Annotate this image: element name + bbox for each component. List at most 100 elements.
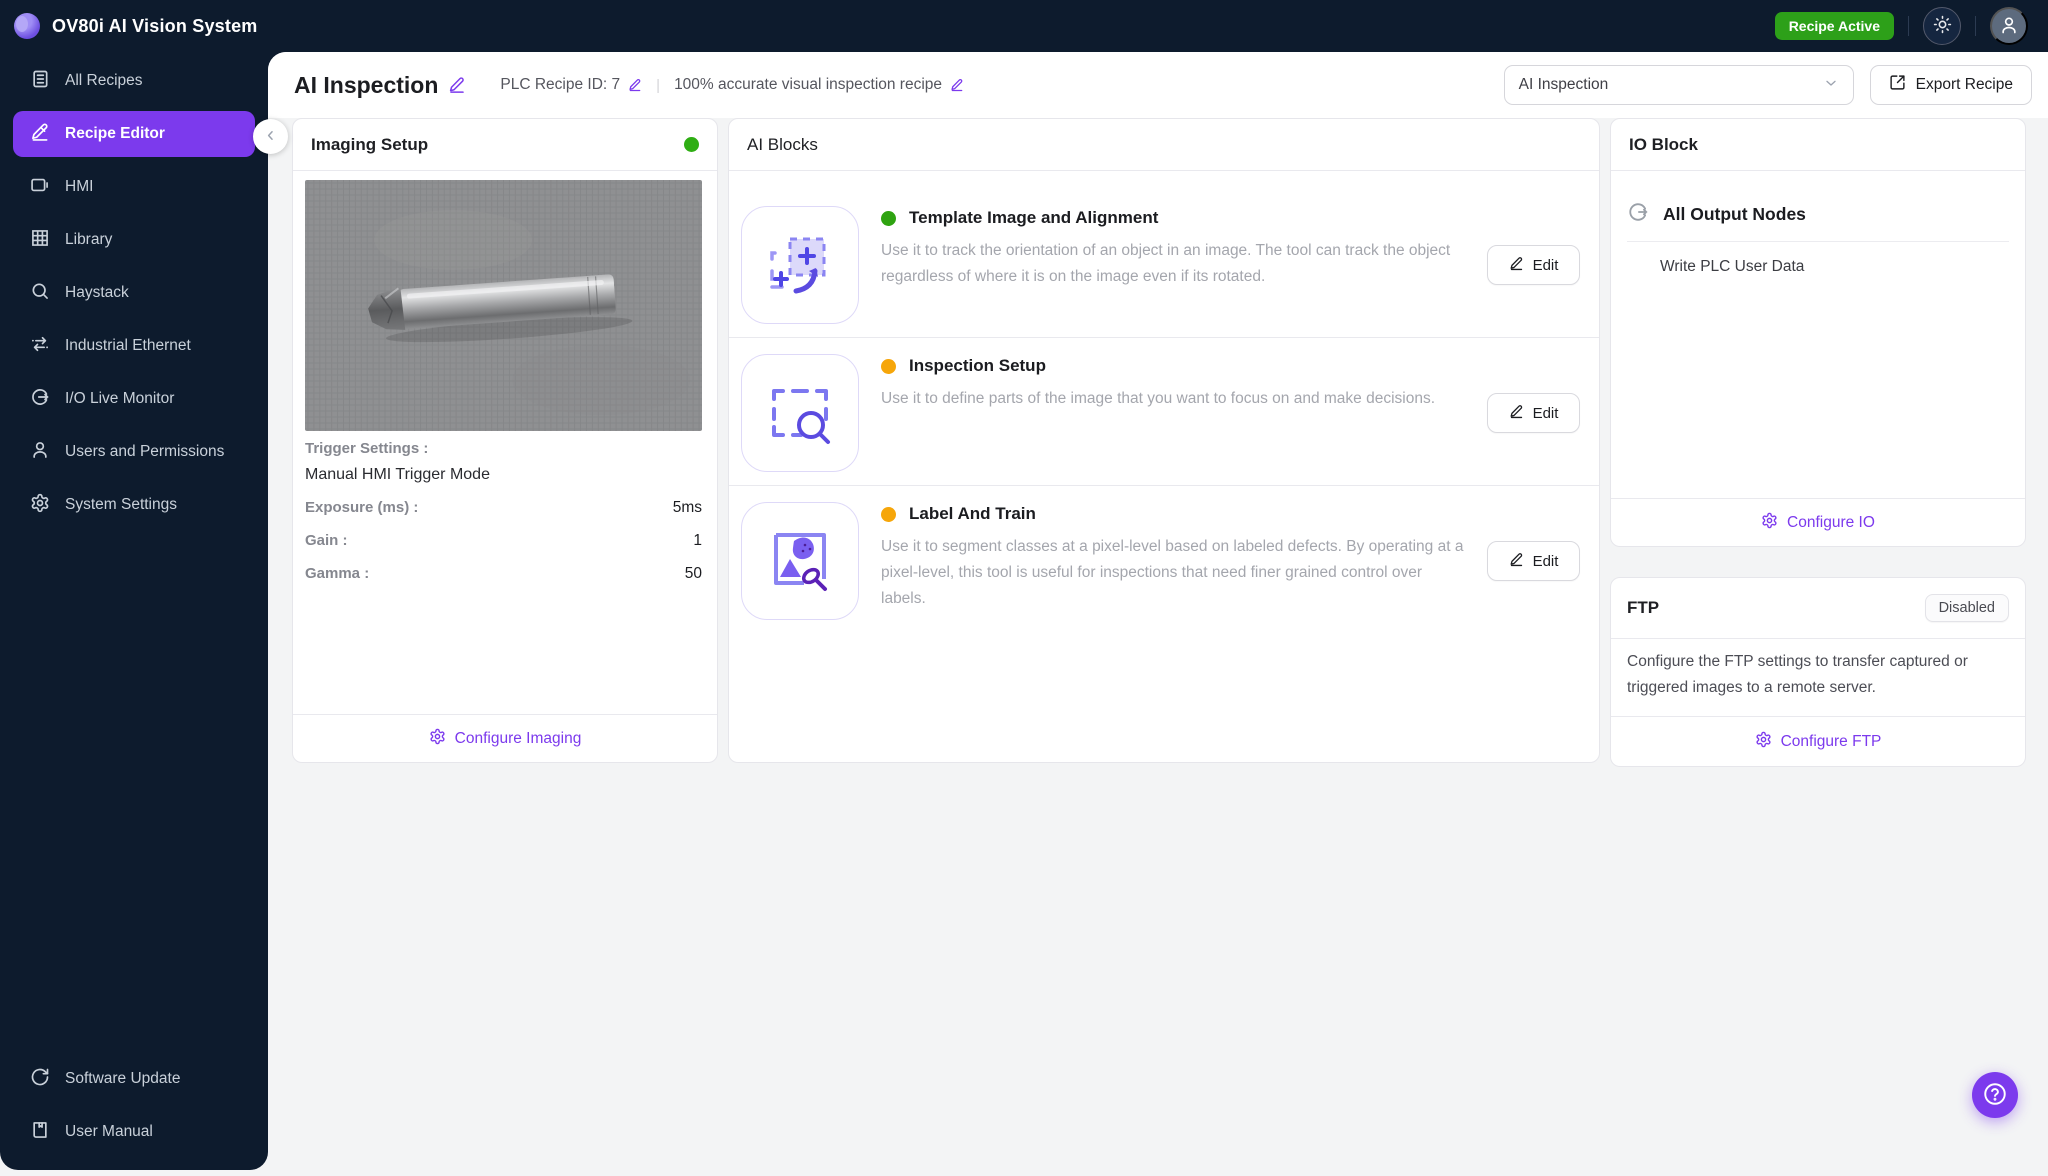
- edit-label-and-train-button[interactable]: Edit: [1487, 541, 1580, 581]
- camera-capture-image: [305, 180, 702, 431]
- all-output-nodes-label: All Output Nodes: [1663, 204, 1806, 224]
- chevron-left-icon: [263, 128, 278, 146]
- recipe-select-dropdown[interactable]: AI Inspection: [1503, 65, 1854, 105]
- gain-value: 1: [693, 532, 702, 549]
- gain-row: Gain : 1: [305, 532, 702, 550]
- output-node-item: Write PLC User Data: [1660, 258, 1805, 275]
- ai-blocks-card: AI Blocks Template Image and Alignment U…: [728, 118, 1600, 763]
- edit-button-label: Edit: [1532, 552, 1559, 570]
- edit-template-alignment-button[interactable]: Edit: [1487, 245, 1580, 285]
- imaging-status-dot: [684, 137, 699, 152]
- edit-inspection-setup-button[interactable]: Edit: [1487, 393, 1580, 433]
- sidebar-item-all-recipes[interactable]: All Recipes: [13, 58, 255, 104]
- gear-icon: [30, 493, 50, 518]
- sidebar-item-user-manual[interactable]: User Manual: [13, 1109, 255, 1155]
- export-recipe-button[interactable]: Export Recipe: [1869, 65, 2032, 105]
- io-block-title: IO Block: [1629, 134, 1698, 154]
- app-logo: [14, 13, 40, 39]
- configure-ftp-button[interactable]: Configure FTP: [1611, 716, 2025, 766]
- sidebar-item-label: Library: [65, 231, 113, 248]
- template-alignment-icon: [741, 206, 859, 324]
- recipe-select-value: AI Inspection: [1518, 76, 1609, 93]
- gain-label: Gain :: [305, 532, 348, 549]
- edit-plc-id-icon[interactable]: [628, 78, 642, 92]
- ftp-card: FTP Disabled Configure the FTP settings …: [1610, 577, 2026, 767]
- gear-icon: [1755, 731, 1772, 753]
- gear-icon: [1761, 512, 1778, 534]
- plc-recipe-id: PLC Recipe ID: 7: [500, 76, 621, 93]
- imaging-setup-card: Imaging Setup Trigger Settings: Manual …: [292, 118, 718, 763]
- export-recipe-label: Export Recipe: [1915, 76, 2013, 93]
- recipe-active-badge: Recipe Active: [1774, 12, 1894, 40]
- book-icon: [30, 1120, 50, 1145]
- configure-imaging-label: Configure Imaging: [454, 729, 582, 747]
- sidebar-item-library[interactable]: Library: [13, 217, 255, 263]
- ftp-title: FTP: [1627, 598, 1660, 617]
- sidebar-item-io-live-monitor[interactable]: I/O Live Monitor: [13, 376, 255, 422]
- app-shell: All Recipes Recipe Editor HMI Library Ha…: [0, 52, 2048, 1176]
- label-brush-icon: [741, 502, 859, 620]
- sidebar-item-label: HMI: [65, 178, 94, 195]
- configure-imaging-button[interactable]: Configure Imaging: [293, 714, 717, 762]
- content-area: AI Inspection PLC Recipe ID: 7 | 100% ac…: [268, 52, 2048, 1176]
- exposure-label: Exposure (ms) :: [305, 499, 419, 516]
- pencil-icon: [1509, 404, 1524, 423]
- user-avatar-icon: [1999, 15, 2019, 38]
- sidebar-item-recipe-editor[interactable]: Recipe Editor: [13, 111, 255, 157]
- gamma-value: 50: [684, 565, 702, 582]
- user-icon: [30, 440, 50, 465]
- pencil-icon: [30, 122, 50, 147]
- io-block-card: IO Block All Output Nodes Write PLC User…: [1610, 118, 2026, 547]
- ai-blocks-title: AI Blocks: [747, 134, 818, 154]
- circle-arrow-icon: [30, 387, 50, 412]
- sidebar-item-system-settings[interactable]: System Settings: [13, 482, 255, 528]
- main-panels: Imaging Setup Trigger Settings: Manual …: [268, 118, 2048, 767]
- trigger-mode-value: Manual HMI Trigger Mode: [305, 466, 490, 483]
- right-column: IO Block All Output Nodes Write PLC User…: [1610, 118, 2026, 767]
- edit-title-icon[interactable]: [448, 76, 466, 94]
- app-title: OV80i AI Vision System: [52, 15, 258, 36]
- sidebar-item-industrial-ethernet[interactable]: Industrial Ethernet: [13, 323, 255, 369]
- hmi-display-icon: [30, 175, 50, 200]
- edit-subtitle-icon[interactable]: [950, 78, 964, 92]
- user-avatar[interactable]: [1990, 7, 2028, 45]
- sidebar-item-hmi[interactable]: HMI: [13, 164, 255, 210]
- help-button[interactable]: [1972, 1072, 2018, 1118]
- all-output-nodes-group: All Output Nodes: [1627, 201, 2009, 228]
- sidebar: All Recipes Recipe Editor HMI Library Ha…: [0, 52, 268, 1170]
- exposure-row: Exposure (ms) : 5ms: [305, 499, 702, 517]
- gear-icon: [429, 728, 446, 750]
- circle-arrow-icon: [1627, 201, 1649, 228]
- ai-block-status-dot: [881, 358, 896, 374]
- ai-block-description: Use it to segment classes at a pixel-lev…: [881, 538, 1464, 607]
- ai-block-inspection-setup: Inspection Setup Use it to define parts …: [729, 337, 1599, 485]
- sidebar-item-label: Recipe Editor: [65, 125, 165, 142]
- recipe-subtitle: 100% accurate visual inspection recipe: [674, 76, 943, 93]
- configure-io-button[interactable]: Configure IO: [1611, 498, 2025, 546]
- sidebar-item-users-and-permissions[interactable]: Users and Permissions: [13, 429, 255, 475]
- ai-block-title: Template Image and Alignment: [909, 208, 1159, 227]
- gamma-row: Gamma : 50: [305, 565, 702, 583]
- sidebar-item-label: Haystack: [65, 284, 129, 301]
- ai-block-label-and-train: Label And Train Use it to segment classe…: [729, 485, 1599, 633]
- configure-io-label: Configure IO: [1787, 513, 1875, 531]
- ftp-description: Configure the FTP settings to transfer c…: [1611, 638, 2025, 716]
- sidebar-item-software-update[interactable]: Software Update: [13, 1056, 255, 1102]
- ai-block-description: Use it to track the orientation of an ob…: [881, 242, 1451, 285]
- sidebar-item-label: Industrial Ethernet: [65, 337, 191, 354]
- edit-button-label: Edit: [1532, 404, 1559, 422]
- sidebar-item-label: Users and Permissions: [65, 443, 225, 460]
- exposure-value: 5ms: [672, 499, 702, 516]
- edit-button-label: Edit: [1532, 256, 1559, 274]
- sidebar-item-haystack[interactable]: Haystack: [13, 270, 255, 316]
- sidebar-item-label: I/O Live Monitor: [65, 390, 175, 407]
- header-separator: |: [656, 76, 661, 94]
- sidebar-item-label: All Recipes: [65, 72, 143, 89]
- ai-block-title: Inspection Setup: [909, 356, 1046, 375]
- sidebar-collapse-button[interactable]: [253, 119, 288, 154]
- ai-block-status-dot: [881, 506, 896, 522]
- top-bar: OV80i AI Vision System Recipe Active: [0, 0, 2048, 52]
- ai-block-title: Label And Train: [909, 504, 1036, 523]
- pencil-icon: [1509, 256, 1524, 275]
- brightness-button[interactable]: [1923, 7, 1961, 45]
